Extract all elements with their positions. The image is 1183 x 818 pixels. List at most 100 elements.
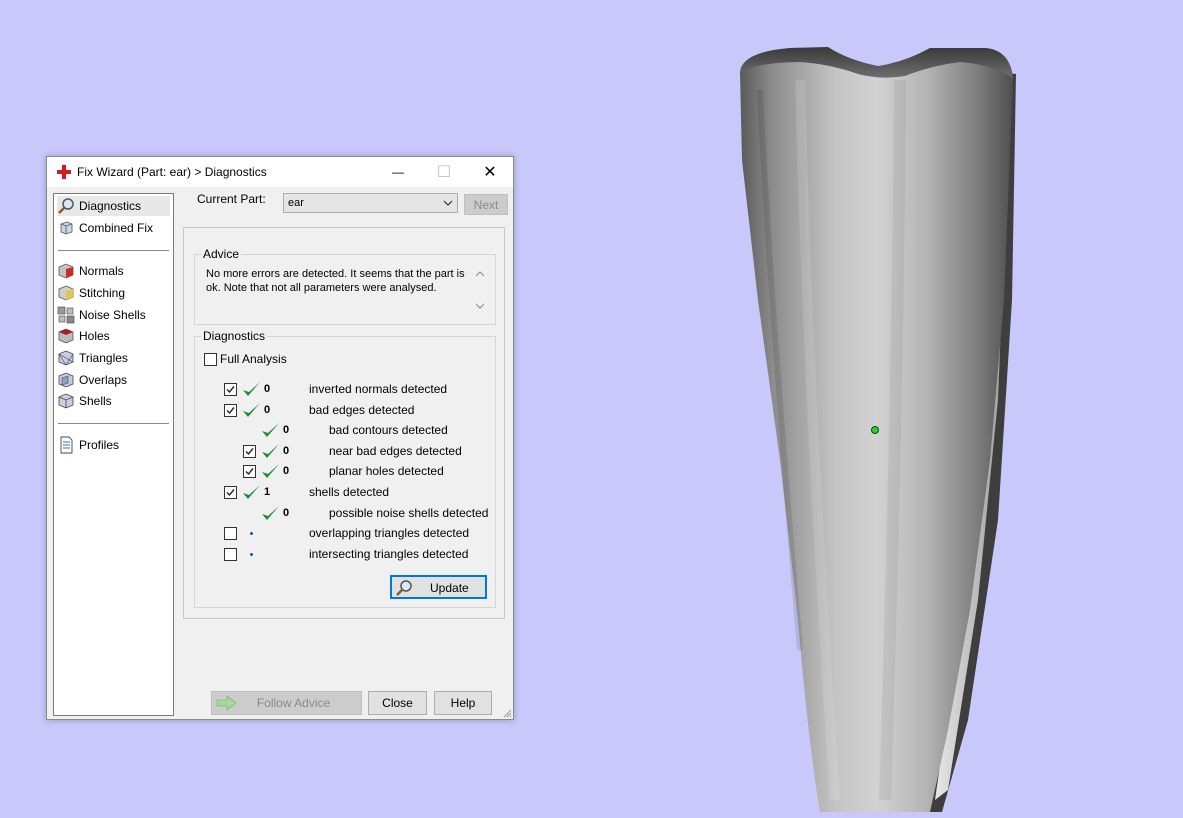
magnifier-icon [58, 198, 74, 214]
update-button[interactable]: Update [390, 575, 487, 599]
diagnostic-count: 0 [283, 465, 290, 477]
window-title: Fix Wizard (Part: ear) > Diagnostics [77, 165, 267, 179]
ok-check-icon [242, 381, 262, 399]
sidebar-item-label: Holes [79, 329, 110, 343]
current-part-select[interactable]: ear [283, 193, 458, 213]
diagnostic-label: planar holes detected [329, 464, 444, 478]
sidebar-item-label: Overlaps [79, 373, 128, 387]
scroll-down-icon[interactable] [476, 303, 484, 309]
diagnostic-label: overlapping triangles detected [309, 526, 470, 540]
diagnostic-checkbox[interactable] [224, 527, 237, 540]
fix-wizard-dialog: Fix Wizard (Part: ear) > Diagnostics — ☐… [46, 156, 514, 720]
sidebar-item-combined-fix[interactable]: Combined Fix [57, 218, 170, 238]
sidebar-item-label: Triangles [79, 351, 128, 365]
sidebar-item-stitching[interactable]: Stitching [57, 283, 170, 303]
pivot-marker-icon [871, 426, 879, 434]
minimize-button[interactable]: — [375, 157, 421, 187]
pending-dot-icon [250, 532, 253, 535]
profile-document-icon [60, 436, 73, 454]
ok-check-icon [261, 463, 281, 481]
sidebar-item-triangles[interactable]: Triangles [57, 348, 170, 368]
cube-icon [60, 221, 73, 235]
sidebar-item-normals[interactable]: Normals [57, 261, 170, 281]
triangles-cube-icon [58, 350, 74, 366]
shells-cube-icon [58, 393, 74, 409]
wizard-sidebar: Diagnostics Combined Fix Normals Stitchi… [53, 193, 174, 716]
close-button[interactable]: Close [368, 691, 427, 715]
diagnostic-checkbox[interactable] [224, 383, 237, 396]
ok-check-icon [261, 505, 281, 523]
help-button[interactable]: Help [434, 691, 492, 715]
sidebar-item-label: Shells [79, 394, 112, 408]
advice-title: Advice [201, 247, 242, 261]
next-button[interactable]: Next [464, 194, 508, 215]
diagnostics-title: Diagnostics [201, 329, 268, 343]
diagnostics-group: Diagnostics Full Analysis 0 inverted norm… [194, 329, 496, 608]
advice-scrollbar[interactable] [472, 267, 488, 315]
checkmark-icon [226, 407, 235, 415]
diagnostic-label: bad contours detected [329, 423, 448, 437]
scroll-up-icon[interactable] [476, 271, 484, 277]
diagnostic-checkbox[interactable] [243, 465, 256, 478]
diagnostic-label: shells detected [309, 485, 390, 499]
close-window-button[interactable]: ✕ [467, 157, 513, 187]
diagnostic-checkbox[interactable] [224, 486, 237, 499]
current-part-value: ear [288, 197, 304, 209]
current-part-label: Current Part: [197, 192, 266, 206]
diagnostics-panel: Advice No more errors are detected. It s… [183, 227, 505, 619]
checkmark-icon [245, 468, 254, 476]
advice-group: Advice No more errors are detected. It s… [194, 247, 496, 325]
ok-check-icon [261, 443, 281, 461]
diagnostic-label: possible noise shells detected [329, 506, 489, 520]
maximize-icon: ☐ [436, 164, 452, 181]
full-analysis-checkbox[interactable] [204, 353, 217, 366]
diagnostic-label: inverted normals detected [309, 382, 448, 396]
full-analysis-label: Full Analysis [220, 352, 287, 366]
title-bar[interactable]: Fix Wizard (Part: ear) > Diagnostics — ☐… [47, 157, 513, 187]
diagnostic-checkbox[interactable] [243, 445, 256, 458]
magnifier-icon [396, 580, 412, 596]
diagnostic-count: 0 [283, 507, 290, 519]
diagnostic-count: 0 [264, 404, 271, 416]
diagnostic-label: bad edges detected [309, 403, 415, 417]
follow-advice-button[interactable]: Follow Advice [211, 691, 362, 715]
sidebar-item-label: Stitching [79, 286, 126, 300]
arrow-right-icon [216, 695, 237, 711]
maximize-button[interactable]: ☐ [421, 157, 467, 187]
overlaps-cube-icon [58, 372, 74, 388]
resize-grip-icon[interactable] [502, 708, 512, 718]
chevron-down-icon [443, 200, 453, 206]
update-label: Update [430, 581, 469, 595]
diagnostic-checkbox[interactable] [224, 404, 237, 417]
holes-cube-icon [58, 328, 74, 344]
pending-dot-icon [250, 553, 253, 556]
sidebar-item-overlaps[interactable]: Overlaps [57, 370, 170, 390]
sidebar-item-noise-shells[interactable]: Noise Shells [57, 305, 170, 325]
sidebar-item-diagnostics[interactable]: Diagnostics [57, 196, 170, 216]
diagnostic-checkbox[interactable] [224, 548, 237, 561]
sidebar-divider [58, 250, 169, 251]
checkmark-icon [245, 448, 254, 456]
sidebar-item-shells[interactable]: Shells [57, 391, 170, 411]
sidebar-item-label: Combined Fix [79, 221, 154, 235]
normals-cube-icon [58, 263, 74, 279]
diagnostic-count: 0 [264, 383, 271, 395]
sidebar-item-holes[interactable]: Holes [57, 326, 170, 346]
sidebar-item-profiles[interactable]: Profiles [57, 435, 170, 455]
checkmark-icon [226, 386, 235, 394]
diagnostic-label: intersecting triangles detected [309, 547, 469, 561]
sidebar-item-label: Noise Shells [79, 308, 146, 322]
sidebar-divider [58, 423, 169, 424]
sidebar-item-label: Diagnostics [79, 199, 142, 213]
ok-check-icon [242, 484, 262, 502]
close-icon: ✕ [483, 164, 497, 181]
ok-check-icon [261, 422, 281, 440]
diagnostic-count: 0 [283, 445, 290, 457]
advice-text: No more errors are detected. It seems th… [206, 268, 465, 294]
diagnostic-label: near bad edges detected [329, 444, 462, 458]
sidebar-item-label: Normals [79, 264, 124, 278]
follow-advice-label: Follow Advice [256, 696, 331, 710]
advice-box: No more errors are detected. It seems th… [200, 263, 488, 315]
stitching-cube-icon [58, 285, 74, 301]
noise-shells-icon [57, 306, 75, 324]
